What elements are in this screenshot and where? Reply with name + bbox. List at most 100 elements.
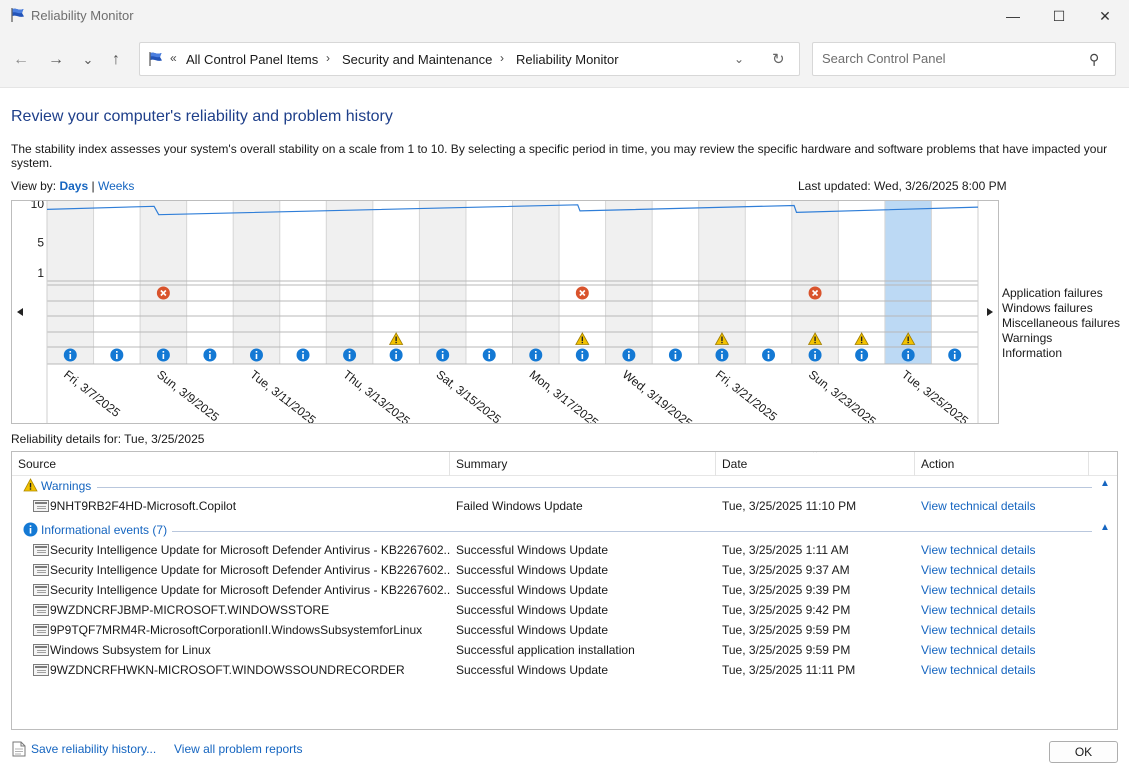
info-icon xyxy=(953,351,956,353)
reliability-chart[interactable]: 10 5 1 Fri, 3/7/2025 Sun, 3/9/2025 Tue, 3/11/… xyxy=(11,200,999,424)
view-technical-details-link[interactable]: View technical details xyxy=(921,623,1036,637)
forward-button[interactable]: → xyxy=(45,49,67,71)
view-technical-details-link[interactable]: View technical details xyxy=(921,563,1036,577)
view-technical-details-link[interactable]: View technical details xyxy=(921,543,1036,557)
view-technical-details-link[interactable]: View technical details xyxy=(921,663,1036,677)
overflow-chevron-icon[interactable]: « xyxy=(170,51,177,65)
breadcrumb-separator-icon[interactable]: › xyxy=(500,51,504,65)
title-bar: Reliability Monitor — ☐ ✕ xyxy=(0,0,1129,32)
date-label: Sun, 3/9/2025 xyxy=(154,367,222,423)
day-column[interactable] xyxy=(465,201,513,364)
date-label: Sun, 3/23/2025 xyxy=(806,367,879,423)
collapse-icon[interactable]: ▲ xyxy=(1100,478,1110,489)
row-source: 9P9TQF7MRM4R-MicrosoftCorporationII.Wind… xyxy=(50,623,423,637)
ok-button[interactable]: OK xyxy=(1049,741,1118,763)
breadcrumb-separator-icon[interactable]: › xyxy=(326,51,330,65)
table-row[interactable]: 9NHT9RB2F4HD-Microsoft.Copilot Failed Wi… xyxy=(12,496,1117,516)
day-column[interactable] xyxy=(186,201,234,364)
column-header-action[interactable]: Action xyxy=(921,457,954,471)
breadcrumb-all-control-panel-items[interactable]: All Control Panel Items xyxy=(186,52,318,67)
refresh-icon[interactable]: ↻ xyxy=(772,50,785,68)
day-column[interactable] xyxy=(745,201,792,364)
info-icon xyxy=(860,351,863,353)
row-source: Security Intelligence Update for Microso… xyxy=(50,563,450,577)
maximize-button[interactable]: ☐ xyxy=(1036,0,1082,32)
view-weeks-link[interactable]: Weeks xyxy=(98,179,134,193)
breadcrumb-reliability-monitor[interactable]: Reliability Monitor xyxy=(516,52,619,67)
column-divider[interactable] xyxy=(914,452,915,476)
search-box[interactable]: ⚲ xyxy=(812,42,1116,76)
chevron-down-icon: ⌄ xyxy=(82,52,94,67)
group-warnings[interactable]: Warnings ▲ xyxy=(12,476,1117,496)
column-divider[interactable] xyxy=(715,452,716,476)
group-informational-events[interactable]: Informational events (7) ▲ xyxy=(12,520,1117,540)
close-button[interactable]: ✕ xyxy=(1082,0,1128,32)
scroll-left-icon[interactable] xyxy=(17,308,23,316)
save-reliability-history-link[interactable]: Save reliability history... xyxy=(31,742,156,756)
day-column[interactable] xyxy=(140,201,187,364)
info-icon xyxy=(162,354,165,359)
warning-icon xyxy=(23,478,38,492)
collapse-icon[interactable]: ▲ xyxy=(1100,522,1110,533)
column-header-date[interactable]: Date xyxy=(722,457,747,471)
day-column[interactable] xyxy=(512,201,560,364)
minimize-button[interactable]: — xyxy=(990,0,1036,32)
view-all-problem-reports-link[interactable]: View all problem reports xyxy=(174,742,303,756)
scroll-right-icon[interactable] xyxy=(987,308,993,316)
back-button[interactable]: ← xyxy=(10,49,32,71)
table-row[interactable]: 9WZDNCRFHWKN-MICROSOFT.WINDOWSSOUNDRECOR… xyxy=(12,660,1117,680)
maximize-icon: ☐ xyxy=(1052,7,1066,24)
day-column[interactable] xyxy=(233,201,280,364)
column-header-summary[interactable]: Summary xyxy=(456,457,507,471)
back-arrow-icon: ← xyxy=(13,51,29,68)
table-row[interactable]: Windows Subsystem for Linux Successful a… xyxy=(12,640,1117,660)
day-column[interactable] xyxy=(931,201,978,364)
group-label: Informational events (7) xyxy=(41,523,168,537)
date-label: Tue, 3/25/2025 xyxy=(899,367,971,423)
day-column[interactable] xyxy=(326,201,373,364)
info-icon xyxy=(348,351,351,353)
info-icon xyxy=(814,354,816,359)
search-input[interactable] xyxy=(822,51,1072,66)
day-column[interactable] xyxy=(279,201,327,364)
last-updated: Last updated: Wed, 3/26/2025 8:00 PM xyxy=(798,179,1007,193)
column-header-source[interactable]: Source xyxy=(18,457,56,471)
info-icon xyxy=(767,351,770,353)
info-icon xyxy=(255,354,258,359)
day-column[interactable] xyxy=(47,201,94,364)
view-days-link[interactable]: Days xyxy=(59,179,88,193)
day-column[interactable] xyxy=(419,201,466,364)
reliability-chart-svg[interactable]: 10 5 1 Fri, 3/7/2025 Sun, 3/9/2025 Tue, 3/11/… xyxy=(12,201,998,423)
table-row[interactable]: Security Intelligence Update for Microso… xyxy=(12,560,1117,580)
date-label: Sat, 3/15/2025 xyxy=(434,367,504,423)
view-technical-details-link[interactable]: View technical details xyxy=(921,643,1036,657)
flag-icon xyxy=(149,52,162,66)
day-column[interactable] xyxy=(605,201,653,364)
view-technical-details-link[interactable]: View technical details xyxy=(921,583,1036,597)
warning-icon xyxy=(395,336,397,341)
info-icon xyxy=(860,354,863,359)
warning-icon xyxy=(860,336,863,341)
group-divider xyxy=(97,487,1092,488)
day-column[interactable] xyxy=(652,201,699,364)
info-icon xyxy=(814,351,816,353)
up-button[interactable]: ↑ xyxy=(105,49,127,71)
footer: Save reliability history... View all pro… xyxy=(0,731,1129,775)
application-icon xyxy=(33,664,49,676)
address-dropdown-icon[interactable]: ⌄ xyxy=(734,52,744,66)
table-row[interactable]: 9P9TQF7MRM4R-MicrosoftCorporationII.Wind… xyxy=(12,620,1117,640)
table-row[interactable]: Security Intelligence Update for Microso… xyxy=(12,580,1117,600)
column-divider[interactable] xyxy=(1088,452,1089,476)
table-row[interactable]: 9WZDNCRFJBMP-MICROSOFT.WINDOWSSTORE Succ… xyxy=(12,600,1117,620)
day-column[interactable] xyxy=(93,201,141,364)
recent-locations-button[interactable]: ⌄ xyxy=(77,49,99,71)
view-technical-details-link[interactable]: View technical details xyxy=(921,603,1036,617)
address-bar[interactable]: « All Control Panel Items › Security and… xyxy=(139,42,800,76)
table-header: Source Summary Date ⌃ Action xyxy=(12,452,1117,476)
view-technical-details-link[interactable]: View technical details xyxy=(921,499,1036,513)
window-title: Reliability Monitor xyxy=(31,8,134,23)
column-divider[interactable] xyxy=(449,452,450,476)
breadcrumb-security-and-maintenance[interactable]: Security and Maintenance xyxy=(342,52,492,67)
table-row[interactable]: Security Intelligence Update for Microso… xyxy=(12,540,1117,560)
search-icon[interactable]: ⚲ xyxy=(1089,51,1099,68)
